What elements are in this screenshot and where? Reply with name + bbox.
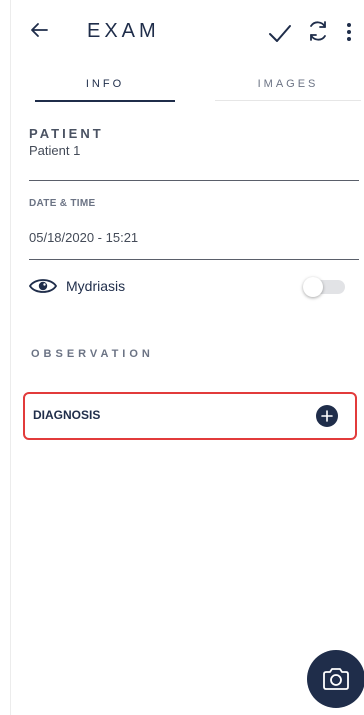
diagnosis-label: DIAGNOSIS [33, 408, 101, 422]
patient-field[interactable]: Patient 1 [29, 143, 80, 158]
active-tab-indicator [35, 100, 175, 102]
tab-bar: INFO IMAGES [11, 64, 364, 104]
patient-divider [29, 180, 359, 181]
diagnosis-row[interactable]: DIAGNOSIS [23, 392, 357, 440]
mydriasis-label: Mydriasis [66, 278, 126, 294]
mydriasis-toggle[interactable] [303, 277, 345, 297]
more-vert-icon[interactable] [341, 19, 357, 45]
camera-icon [323, 668, 349, 690]
date-time-field[interactable]: 05/18/2020 - 15:21 [29, 230, 138, 245]
date-time-divider [29, 259, 359, 260]
check-icon[interactable] [267, 20, 293, 46]
tab-images[interactable]: IMAGES [215, 64, 361, 104]
eye-icon [29, 279, 57, 293]
sync-icon[interactable] [305, 18, 331, 44]
page-title: EXAM [87, 20, 160, 42]
arrow-left-icon [31, 23, 48, 37]
tab-info[interactable]: INFO [35, 64, 175, 104]
plus-circle-icon [321, 410, 333, 422]
exam-screen: EXAM INFO IMAGES PATIENT Patient 1 DATE … [10, 0, 364, 715]
toggle-knob [303, 277, 323, 297]
date-time-label: DATE & TIME [29, 198, 96, 209]
app-bar: EXAM [11, 0, 364, 64]
tab-divider [215, 100, 361, 101]
camera-button[interactable] [307, 650, 364, 708]
add-diagnosis-button[interactable] [316, 405, 338, 427]
observation-label: OBSERVATION [31, 348, 154, 360]
back-button[interactable] [25, 16, 53, 44]
patient-label: PATIENT [29, 126, 104, 141]
